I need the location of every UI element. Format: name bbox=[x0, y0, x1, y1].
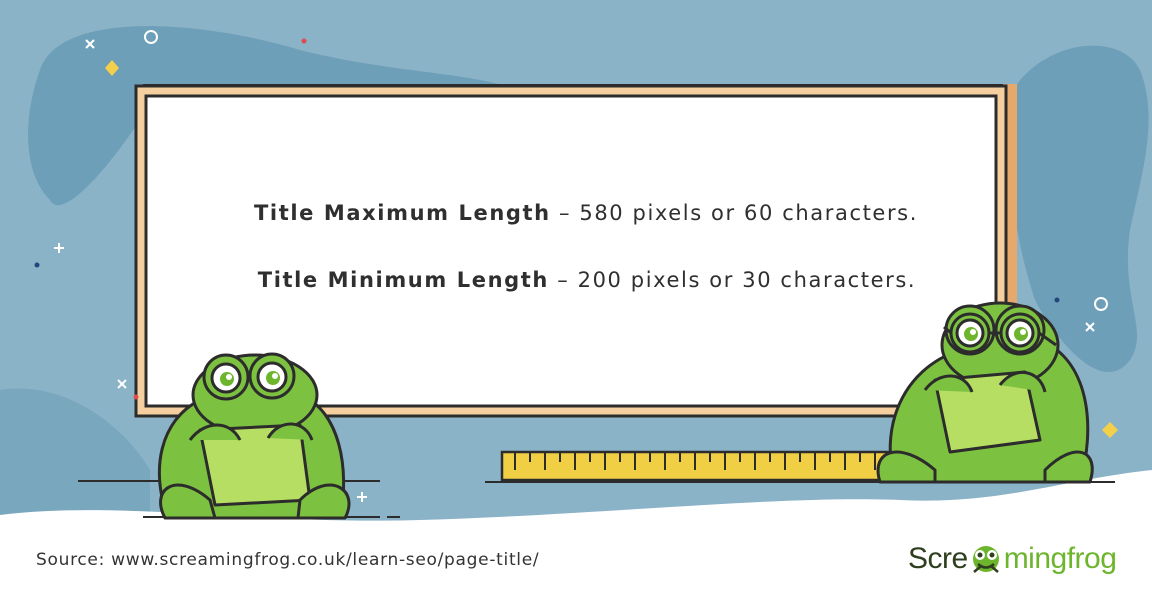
infographic: Title Maximum Length – 580 pixels or 60 … bbox=[0, 0, 1152, 594]
screaming-frog-logo: Scre mingfrog bbox=[908, 542, 1117, 576]
logo-text-left: Scre bbox=[908, 542, 968, 575]
scene-illustration bbox=[0, 0, 1152, 594]
max-length-label: Title Maximum Length bbox=[253, 201, 551, 225]
min-length-value: – 200 pixels or 30 characters. bbox=[548, 268, 917, 292]
source-caption: Source: www.screamingfrog.co.uk/learn-se… bbox=[36, 550, 540, 570]
frog-logo-icon bbox=[972, 546, 999, 573]
ruler bbox=[500, 450, 914, 482]
title-minimum-length: Title Minimum Length – 200 pixels or 30 … bbox=[0, 268, 1152, 292]
min-length-label: Title Minimum Length bbox=[257, 268, 549, 292]
logo-text-right: mingfrog bbox=[1003, 542, 1117, 575]
max-length-value: – 580 pixels or 60 characters. bbox=[550, 201, 918, 225]
title-maximum-length: Title Maximum Length – 580 pixels or 60 … bbox=[0, 201, 1152, 225]
